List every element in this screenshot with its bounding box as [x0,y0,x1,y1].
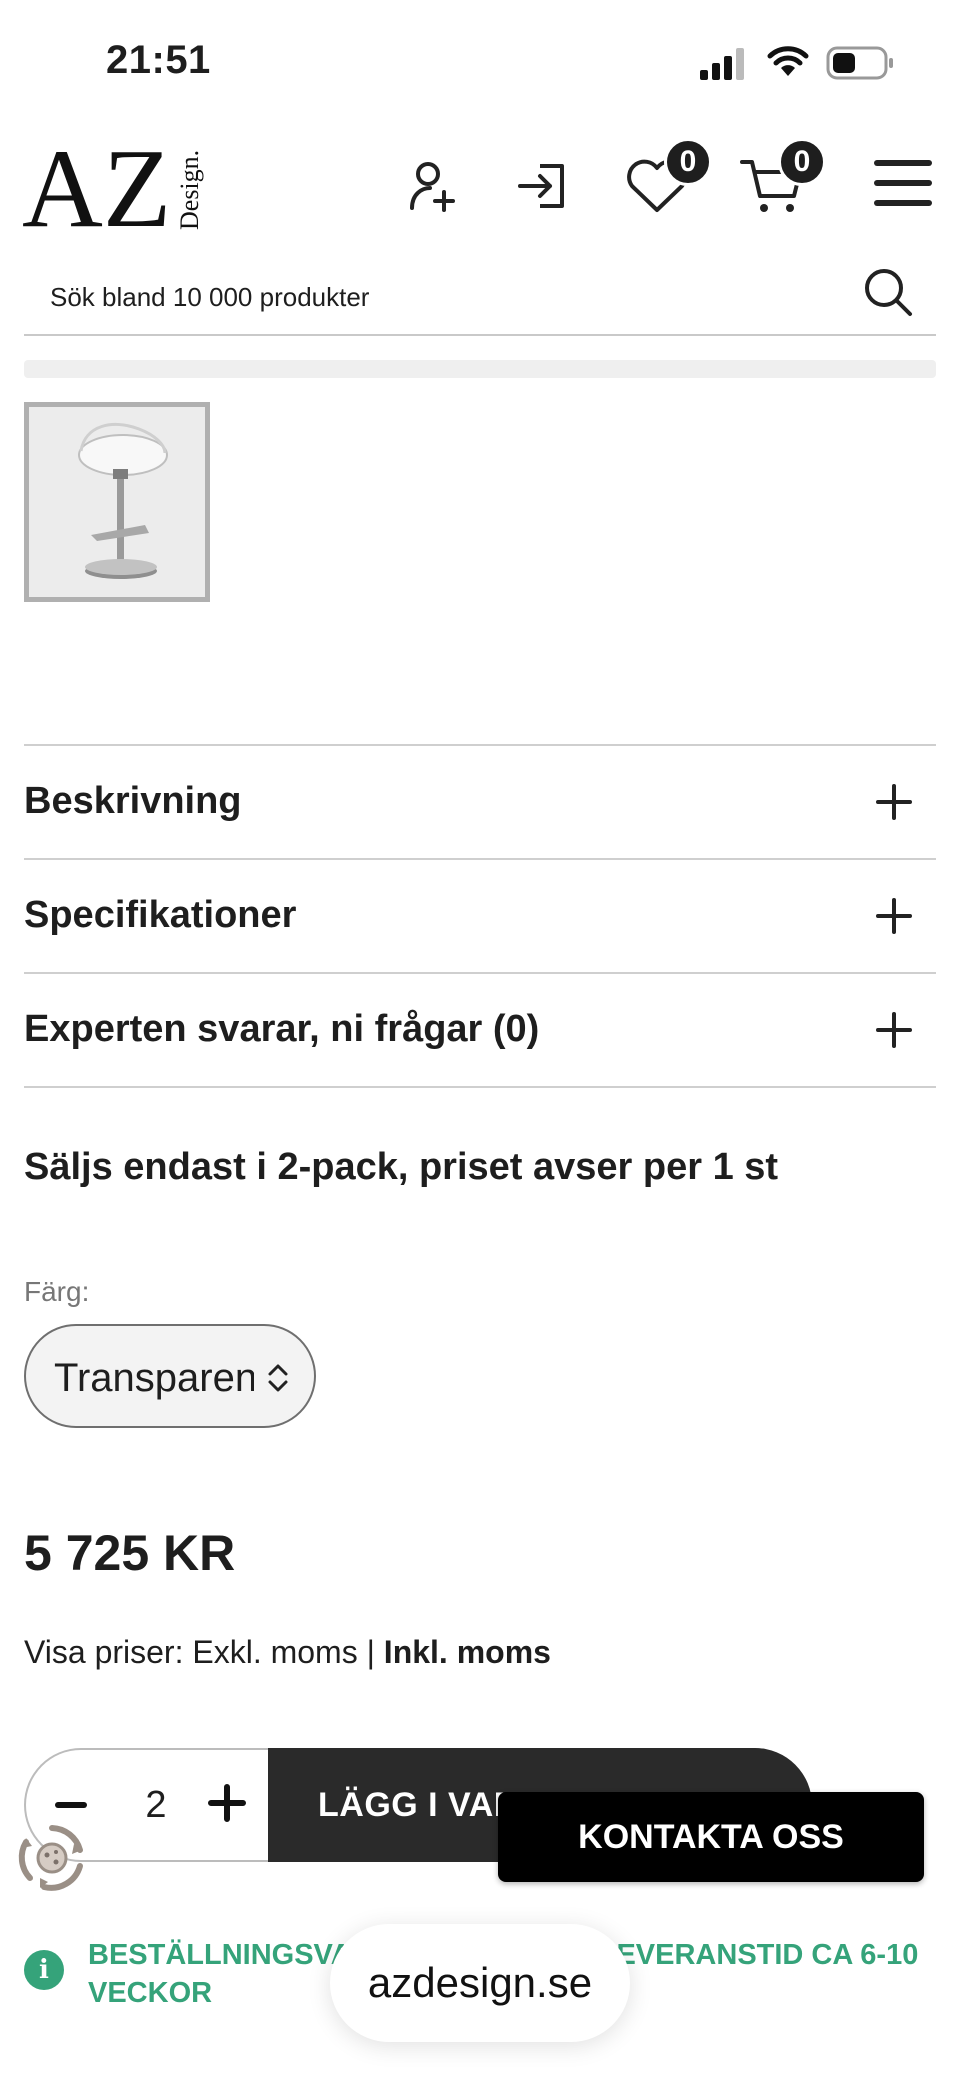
accordion-description[interactable]: Beskrivning [24,744,936,858]
plus-icon[interactable] [208,1784,246,1822]
accordion-specifications[interactable]: Specifikationer [24,858,936,972]
image-gallery-strip [24,360,936,378]
contact-us-button[interactable]: KONTAKTA OSS [498,1792,924,1882]
info-icon: i [24,1950,64,1990]
cookie-settings-icon[interactable] [14,1820,90,1896]
vat-inclusive-option[interactable]: Inkl. moms [384,1634,551,1670]
hamburger-menu-icon[interactable] [872,158,934,208]
accordion-label: Specifikationer [24,894,297,936]
product-thumbnail[interactable] [24,402,210,602]
cellular-signal-icon [700,48,744,80]
product-price: 5 725 KR [24,1525,236,1581]
minus-icon[interactable] [54,1788,88,1822]
svg-text:AZ: AZ [22,130,171,240]
vat-prefix[interactable]: Visa priser: Exkl. moms | [24,1634,384,1670]
accordion-expert-qa[interactable]: Experten svarar, ni frågar (0) [24,972,936,1086]
login-icon[interactable] [516,160,572,212]
cart-count-badge: 0 [778,138,826,186]
search-bar [24,256,936,336]
accordion-label: Experten svarar, ni frågar (0) [24,1008,540,1050]
search-input[interactable] [50,272,830,322]
status-bar: 21:51 [0,0,960,120]
register-user-icon[interactable] [408,160,460,212]
plus-icon[interactable] [876,898,912,934]
browser-address-bar[interactable]: azdesign.se [330,1924,630,2042]
chevron-up-down-icon [268,1364,288,1392]
plus-icon[interactable] [876,784,912,820]
wifi-icon [767,46,809,76]
accordion-label: Beskrivning [24,780,242,822]
accordion-divider [24,1086,936,1088]
vat-toggle: Visa priser: Exkl. moms | Inkl. moms [24,1634,551,1671]
wishlist-count-badge: 0 [664,138,712,186]
color-select[interactable]: Transparent [24,1324,316,1428]
bar-stool-image [29,407,205,597]
az-design-logo[interactable]: AZ Design. [22,130,212,240]
pack-note: Säljs endast i 2-pack, priset avser per … [24,1146,779,1188]
color-label: Färg: [24,1276,90,1307]
quantity-value[interactable]: 2 [136,1784,176,1827]
plus-icon[interactable] [876,1012,912,1048]
status-time: 21:51 [106,38,211,82]
search-icon[interactable] [860,264,916,320]
svg-text:Design.: Design. [175,150,204,230]
battery-icon [826,46,893,80]
color-select-value: Transparent [54,1356,254,1400]
